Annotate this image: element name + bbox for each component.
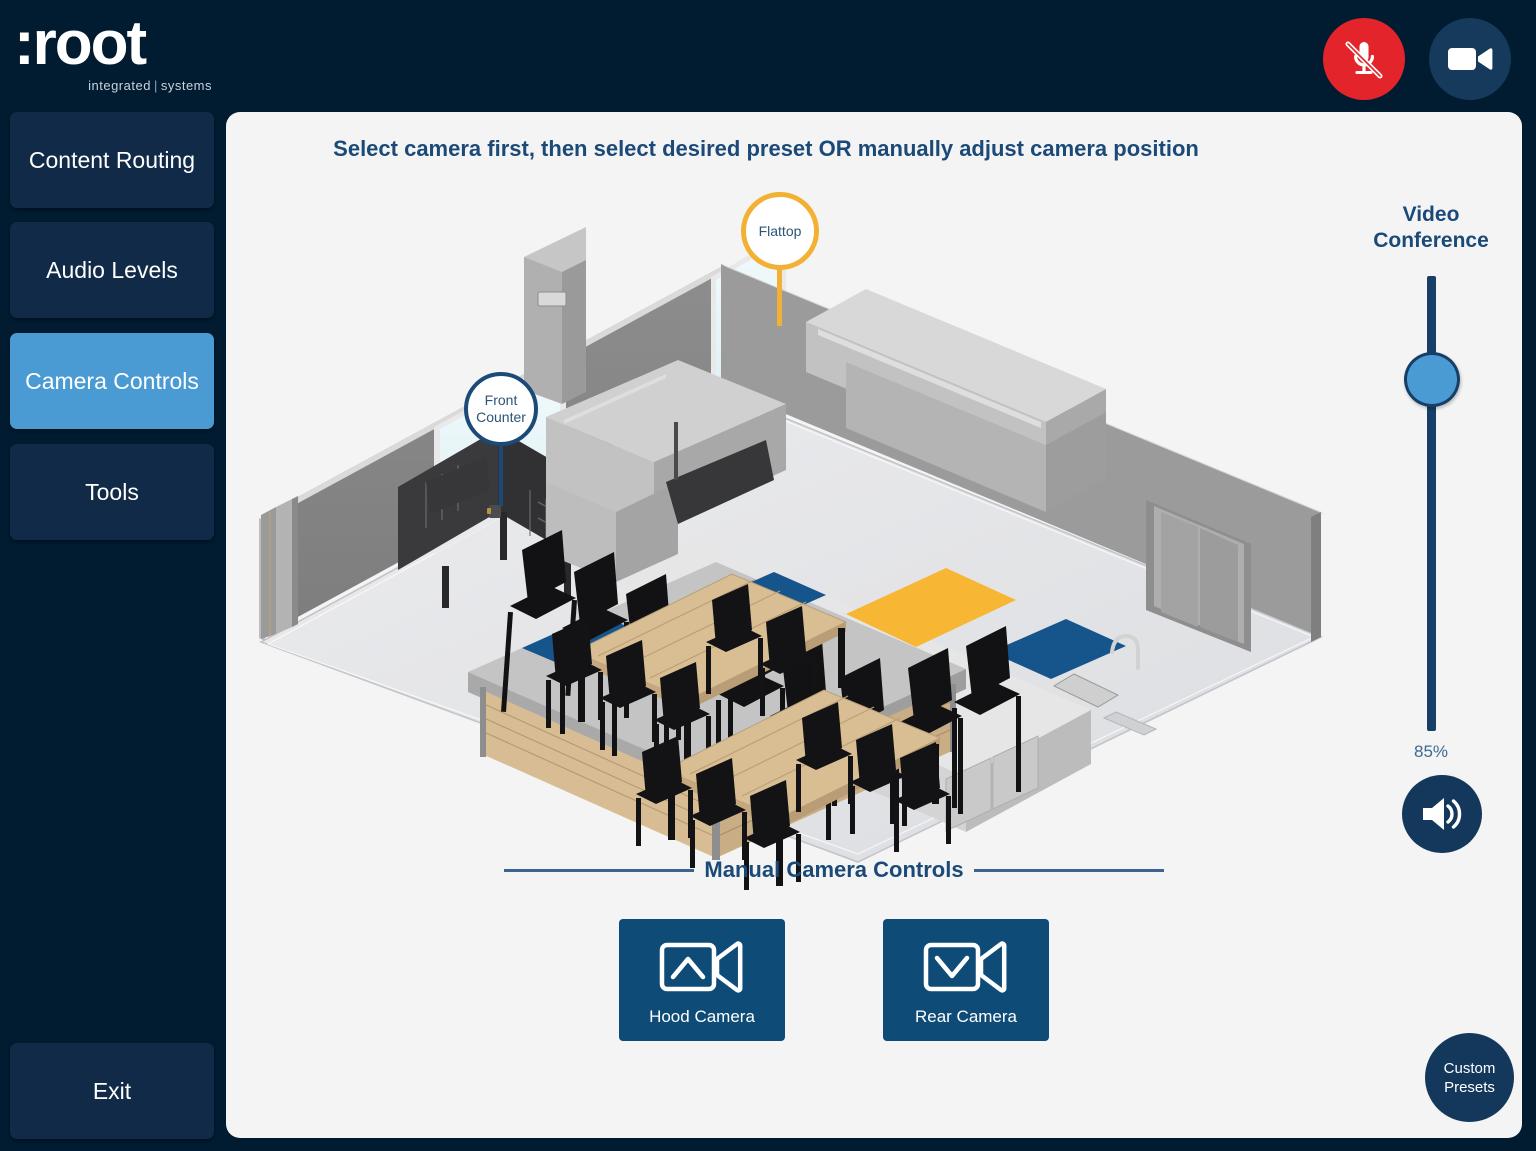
custom-presets-line2: Presets [1444, 1078, 1495, 1096]
divider-right [973, 868, 1165, 872]
microphone-muted-icon [1345, 41, 1383, 79]
brand-tagline-left: integrated [88, 78, 151, 93]
custom-presets-button[interactable]: Custom Presets [1425, 1033, 1514, 1122]
manual-camera-controls-header: Manual Camera Controls [504, 857, 1165, 883]
top-bar: :root integrated | systems [0, 0, 1536, 112]
volume-slider-thumb[interactable] [1404, 352, 1460, 407]
preset-pin-label-front-counter[interactable]: Front Counter [464, 372, 538, 446]
sidebar-item-label: Camera Controls [25, 367, 199, 394]
room-3d-illustration [259, 227, 1326, 890]
divider-left [504, 868, 695, 872]
preset-pin-stem [499, 446, 503, 506]
room-diagram: Front Counter Flattop [246, 182, 1346, 892]
volume-percent-label: 85% [1413, 742, 1449, 761]
sidebar: Content Routing Audio Levels Camera Cont… [0, 112, 226, 1151]
volume-slider-track[interactable] [1427, 276, 1436, 731]
preset-pin-label-flattop[interactable]: Flattop [741, 192, 819, 270]
volume-title-line2: Conference [1373, 229, 1489, 252]
custom-presets-line1: Custom [1443, 1059, 1496, 1077]
video-camera-icon [1448, 48, 1493, 70]
brand-tagline: integrated | systems [14, 78, 214, 93]
speaker-on-icon [1423, 798, 1462, 830]
rear-camera-button[interactable]: Rear Camera [883, 919, 1049, 1041]
video-conference-volume: Video Conference 85% [1356, 202, 1506, 1002]
brand-tagline-right: systems [160, 78, 212, 93]
page-instruction: Select camera first, then select desired… [333, 136, 1199, 161]
camera-up-icon [659, 941, 743, 993]
sidebar-item-tools[interactable]: Tools [10, 444, 214, 540]
volume-title: Video Conference [1356, 202, 1506, 254]
video-camera-button[interactable] [1429, 18, 1511, 100]
sidebar-item-label: Tools [85, 478, 139, 505]
custom-presets-label: Custom Presets [1444, 1059, 1496, 1097]
manual-camera-buttons: Hood Camera Rear Camera [504, 919, 1164, 1041]
preset-pin-stem [777, 268, 782, 326]
camera-down-icon [923, 941, 1007, 993]
exit-button-label: Exit [92, 1077, 132, 1104]
speaker-mute-button[interactable] [1402, 775, 1482, 853]
main-panel: Select camera first, then select desired… [226, 112, 1522, 1138]
sidebar-item-camera-controls[interactable]: Camera Controls [10, 333, 214, 429]
manual-camera-controls: Manual Camera Controls Hood Camera Rear … [504, 857, 1165, 1041]
brand-logo: :root integrated | systems [14, 12, 214, 102]
microphone-mute-button[interactable] [1323, 18, 1405, 100]
app-root: :root integrated | systems Content Routi… [0, 0, 1536, 1151]
sidebar-item-label: Content Routing [28, 146, 196, 173]
sidebar-item-label: Audio Levels [46, 256, 178, 283]
brand-name: :root [14, 9, 147, 78]
brand-tagline-separator: | [153, 78, 158, 93]
exit-button[interactable]: Exit [10, 1043, 214, 1139]
hood-camera-button[interactable]: Hood Camera [619, 919, 785, 1041]
rear-camera-label: Rear Camera [914, 1007, 1018, 1026]
volume-title-line1: Video [1402, 203, 1460, 226]
sidebar-item-content-routing[interactable]: Content Routing [10, 112, 214, 208]
sidebar-item-audio-levels[interactable]: Audio Levels [10, 222, 214, 318]
hood-camera-label: Hood Camera [649, 1007, 755, 1026]
manual-camera-controls-title: Manual Camera Controls [704, 857, 964, 882]
